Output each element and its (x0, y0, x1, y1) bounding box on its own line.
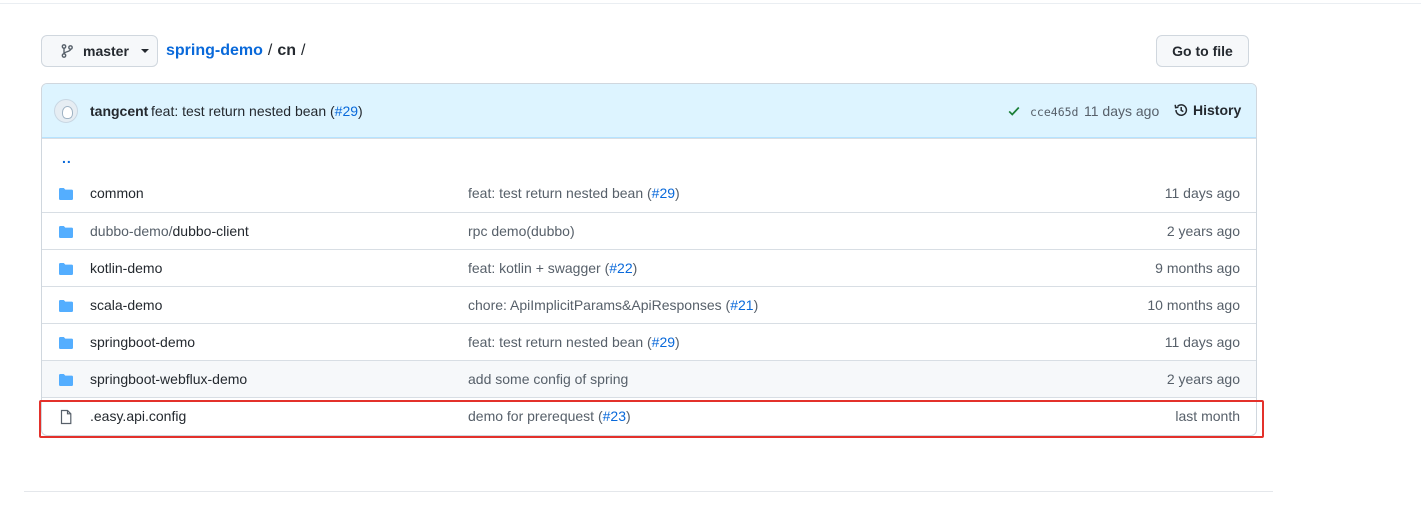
file-name-link[interactable]: scala-demo (90, 297, 162, 313)
file-name-link[interactable]: common (90, 185, 144, 201)
file-commit-time: 10 months ago (1147, 297, 1240, 313)
file-row[interactable]: springboot-webflux-demo add some config o… (42, 360, 1256, 397)
file-commit-message[interactable]: feat: kotlin + swagger (#22) (468, 260, 637, 276)
chevron-down-icon (140, 49, 149, 53)
commit-message-suffix: ) (675, 185, 680, 201)
file-name[interactable]: common (90, 185, 144, 201)
commit-message-suffix: ) (753, 297, 759, 313)
file-list: tangcent feat: test return nested bean (… (41, 83, 1257, 436)
commit-message-text: rpc demo(dubbo) (468, 223, 575, 239)
file-commit-time: 2 years ago (1166, 371, 1240, 387)
file-row[interactable]: common feat: test return nested bean (#29… (42, 175, 1256, 212)
commit-pr-link[interactable]: #29 (652, 185, 675, 201)
commit-message-suffix: ) (675, 334, 680, 350)
file-name-link[interactable]: springboot-demo (90, 334, 195, 350)
commit-message-text: add some config of spring (468, 371, 629, 387)
file-name[interactable]: springboot-demo (90, 334, 195, 350)
file-name-link[interactable]: dubbo-demo/dubbo-client (90, 223, 249, 239)
commit-sha[interactable]: cce465d (1030, 105, 1078, 119)
breadcrumb-separator: / (267, 42, 273, 59)
file-icon (58, 409, 74, 428)
file-commit-time: 11 days ago (1164, 185, 1240, 201)
branch-select-button[interactable]: master (41, 35, 158, 67)
file-commit-message[interactable]: chore: ApiImplicitParams&ApiResponses (#… (468, 297, 758, 313)
file-commit-time: 11 days ago (1164, 334, 1240, 350)
commit-message-text: feat: test return nested bean ( (468, 185, 652, 201)
commit-author[interactable]: tangcent (90, 103, 148, 119)
file-name[interactable]: dubbo-client (173, 223, 249, 239)
folder-icon (58, 186, 74, 205)
commit-pr-link[interactable]: #23 (603, 408, 626, 424)
file-name-link[interactable]: .easy.api.config (90, 408, 186, 424)
file-commit-message[interactable]: add some config of spring (468, 371, 628, 387)
commit-pr-link[interactable]: #21 (730, 297, 753, 313)
commit-message[interactable]: feat: test return nested bean (#29) (151, 103, 363, 119)
file-row[interactable]: dubbo-demo/dubbo-client rpc demo(dubbo) 2 … (42, 212, 1256, 249)
file-commit-message[interactable]: rpc demo(dubbo) (468, 223, 575, 239)
parent-directory-row: .. (42, 138, 1256, 175)
file-name-prefix[interactable]: dubbo-demo/ (90, 223, 173, 239)
file-row[interactable]: .easy.api.config demo for prerequest (#23… (42, 397, 1256, 434)
commit-pr-link[interactable]: #29 (652, 334, 675, 350)
history-link[interactable]: History (1173, 102, 1241, 118)
file-name[interactable]: kotlin-demo (90, 260, 162, 276)
commit-message-suffix: ) (632, 260, 638, 276)
history-label: History (1193, 102, 1242, 118)
file-name[interactable]: scala-demo (90, 297, 162, 313)
folder-icon (58, 372, 74, 391)
top-divider (0, 3, 1421, 4)
bottom-divider (24, 491, 1273, 492)
go-to-file-button[interactable]: Go to file (1156, 35, 1249, 67)
file-row[interactable]: springboot-demo feat: test return nested … (42, 323, 1256, 360)
file-commit-message[interactable]: feat: test return nested bean (#29) (468, 185, 680, 201)
commit-message-suffix: ) (358, 103, 363, 119)
breadcrumb-current: cn (277, 42, 297, 59)
commit-pr-link[interactable]: #29 (335, 103, 358, 119)
file-commit-message[interactable]: feat: test return nested bean (#29) (468, 334, 680, 350)
commit-message-text: chore: ApiImplicitParams&ApiResponses ( (468, 297, 731, 313)
commit-message-suffix: ) (625, 408, 631, 424)
folder-icon (58, 335, 74, 354)
file-commit-time: 2 years ago (1166, 223, 1240, 239)
commit-message-text: feat: test return nested bean ( (151, 103, 335, 119)
folder-icon (58, 224, 74, 243)
folder-icon (58, 298, 74, 317)
file-name-link[interactable]: springboot-webflux-demo (90, 371, 247, 387)
parent-directory-link[interactable]: .. (62, 150, 72, 166)
commit-message-text: demo for prerequest ( (468, 408, 603, 424)
folder-icon (58, 261, 74, 280)
commit-time: 11 days ago (1084, 103, 1160, 119)
avatar[interactable] (54, 99, 78, 123)
branch-name: master (83, 43, 129, 59)
file-commit-message[interactable]: demo for prerequest (#23) (468, 408, 631, 424)
breadcrumb: spring-demo / cn / (166, 41, 306, 61)
file-name[interactable]: .easy.api.config (90, 408, 186, 424)
history-icon (1174, 104, 1188, 116)
file-name[interactable]: springboot-webflux-demo (90, 371, 247, 387)
git-branch-icon (61, 44, 73, 58)
breadcrumb-separator: / (301, 42, 306, 59)
commit-message-text: feat: test return nested bean ( (468, 334, 652, 350)
breadcrumb-repo-link[interactable]: spring-demo (166, 42, 263, 60)
check-icon[interactable] (1007, 104, 1021, 118)
commit-message-text: feat: kotlin + swagger ( (468, 260, 610, 276)
latest-commit-bar: tangcent feat: test return nested bean (… (42, 84, 1256, 138)
file-name-link[interactable]: kotlin-demo (90, 260, 162, 276)
file-commit-time: 9 months ago (1155, 260, 1240, 276)
commit-pr-link[interactable]: #22 (609, 260, 632, 276)
file-row[interactable]: scala-demo chore: ApiImplicitParams&ApiRe… (42, 286, 1256, 323)
file-row[interactable]: kotlin-demo feat: kotlin + swagger (#22) 9… (42, 249, 1256, 286)
file-commit-time: last month (1175, 408, 1240, 424)
